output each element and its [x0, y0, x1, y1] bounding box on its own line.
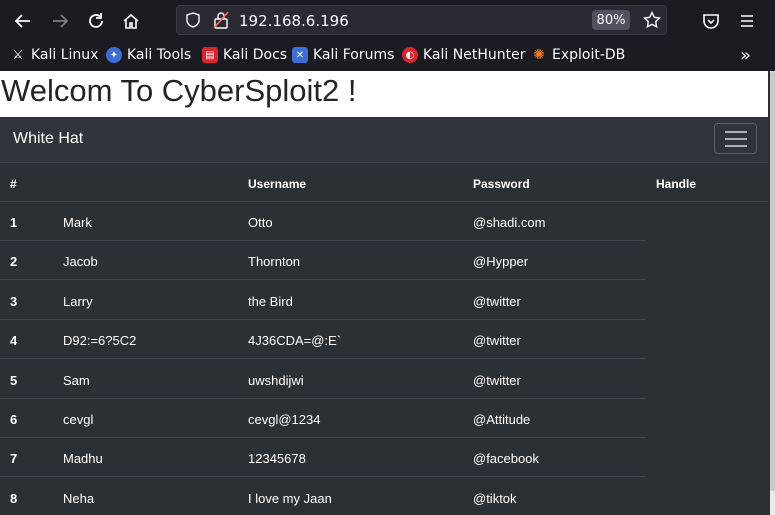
- row-number: 6: [10, 412, 18, 427]
- table-row: 4 D92:=6?5C2 4J36CDA=@:E` @twitter: [0, 320, 768, 359]
- row-password: @twitter: [473, 294, 521, 309]
- web-page: Welcom To CyberSploit2 ! White Hat # Use…: [0, 71, 775, 515]
- address-bar[interactable]: 192.168.6.196 80%: [176, 5, 667, 35]
- more-bookmarks-button[interactable]: »: [740, 45, 751, 66]
- bookmark-label: Kali Tools: [127, 47, 192, 63]
- bookmark-star-icon[interactable]: [643, 11, 661, 29]
- row-divider: [0, 279, 646, 280]
- row-username: 4J36CDA=@:E`: [248, 333, 342, 348]
- row-divider: [0, 476, 646, 477]
- row-name: cevgl: [63, 412, 94, 427]
- column-header-username: Username: [248, 177, 307, 191]
- chevron-double-right-icon: »: [740, 45, 752, 66]
- row-number: 7: [10, 451, 18, 466]
- home-icon: [123, 13, 139, 29]
- row-name: Sam: [63, 373, 90, 388]
- toggler-bar-icon: [724, 144, 747, 147]
- kali-dragon-icon: ⚔: [12, 47, 24, 63]
- url-text[interactable]: 192.168.6.196: [239, 12, 349, 30]
- bookmark-kali-tools[interactable]: ✦ Kali Tools: [106, 47, 191, 63]
- scrollbar-thumb[interactable]: [770, 71, 775, 491]
- bookmarks-bar: ⚔ Kali Linux ✦ Kali Tools ▤ Kali Docs ✕ …: [0, 41, 775, 71]
- back-arrow-icon: [14, 14, 30, 28]
- welcome-banner: Welcom To CyberSploit2 !: [0, 71, 768, 117]
- table-row: 1 Mark Otto @shadi.com: [0, 202, 768, 241]
- toggler-bar-icon: [724, 137, 747, 140]
- row-name: Jacob: [63, 254, 98, 269]
- bookmark-kali-forums[interactable]: ✕ Kali Forums: [292, 47, 394, 63]
- menu-button[interactable]: [734, 8, 760, 34]
- row-password: @Hypper: [473, 254, 529, 269]
- page-scrollbar[interactable]: [770, 71, 775, 515]
- row-username: Thornton: [248, 254, 301, 269]
- insecure-lock-icon[interactable]: [213, 11, 229, 29]
- row-number: 5: [10, 373, 18, 388]
- bookmark-label: Kali NetHunter: [423, 47, 526, 63]
- pocket-button[interactable]: [698, 8, 724, 34]
- row-number: 1: [10, 215, 18, 230]
- bookmark-label: Exploit-DB: [552, 47, 626, 63]
- table-row: 8 Neha I love my Jaan @tiktok: [0, 478, 768, 515]
- row-number: 8: [10, 491, 18, 506]
- row-password: @twitter: [473, 333, 521, 348]
- row-name: Mark: [63, 215, 92, 230]
- navbar: White Hat: [0, 117, 768, 163]
- row-name: Neha: [63, 491, 95, 506]
- column-header-number: #: [10, 177, 17, 191]
- bookmark-label: Kali Forums: [313, 47, 395, 63]
- row-password: @facebook: [473, 451, 539, 466]
- shield-icon[interactable]: [185, 12, 201, 28]
- bookmark-kali-nethunter[interactable]: ◐ Kali NetHunter: [402, 47, 525, 63]
- bookmark-kali-linux[interactable]: ⚔ Kali Linux: [10, 47, 98, 63]
- forward-button[interactable]: [47, 8, 73, 34]
- exploit-db-icon: ✺: [533, 47, 545, 63]
- row-username: 12345678: [248, 451, 306, 466]
- row-number: 2: [10, 254, 18, 269]
- row-username: the Bird: [248, 294, 293, 309]
- row-name: Larry: [63, 294, 93, 309]
- table-row: 7 Madhu 12345678 @facebook: [0, 438, 768, 477]
- row-number: 4: [10, 333, 18, 348]
- back-button[interactable]: [10, 8, 36, 34]
- row-divider: [0, 358, 646, 359]
- hamburger-menu-icon: [741, 15, 753, 27]
- row-password: @twitter: [473, 373, 521, 388]
- table-row: 6 cevgl cevgl@1234 @Attitude: [0, 399, 768, 438]
- bookmark-exploit-db[interactable]: ✺ Exploit-DB: [531, 47, 625, 63]
- row-username: uwshdijwi: [248, 373, 304, 388]
- bookmark-label: Kali Docs: [223, 47, 288, 63]
- forward-arrow-icon: [53, 14, 69, 28]
- row-username: cevgl@1234: [248, 412, 321, 427]
- row-password: @Attitude: [473, 412, 531, 427]
- reload-icon: [89, 13, 103, 28]
- home-button[interactable]: [118, 8, 144, 34]
- kali-nethunter-icon: ◐: [402, 47, 418, 63]
- row-password: @tiktok: [473, 491, 517, 506]
- column-header-handle: Handle: [656, 177, 697, 191]
- row-password: @shadi.com: [473, 215, 546, 230]
- toggler-bar-icon: [724, 130, 747, 133]
- table-row: 5 Sam uwshdijwi @twitter: [0, 360, 768, 399]
- zoom-level-badge[interactable]: 80%: [592, 10, 630, 30]
- row-number: 3: [10, 294, 18, 309]
- bookmark-kali-docs[interactable]: ▤ Kali Docs: [202, 47, 287, 63]
- page-title: Welcom To CyberSploit2 !: [1, 73, 357, 108]
- navbar-toggler-button[interactable]: [714, 123, 757, 154]
- column-header-password: Password: [473, 177, 530, 191]
- kali-docs-icon: ▤: [202, 47, 218, 63]
- reload-button[interactable]: [83, 8, 109, 34]
- row-name: D92:=6?5C2: [63, 333, 137, 348]
- row-name: Madhu: [63, 451, 103, 466]
- navbar-brand[interactable]: White Hat: [13, 130, 83, 148]
- row-username: Otto: [248, 215, 273, 230]
- browser-toolbar: 192.168.6.196 80%: [0, 0, 775, 41]
- row-username: I love my Jaan: [248, 491, 332, 506]
- kali-forums-icon: ✕: [292, 47, 308, 63]
- table-row: 3 Larry the Bird @twitter: [0, 281, 768, 320]
- pocket-icon: [703, 14, 719, 29]
- table-row: 2 Jacob Thornton @Hypper: [0, 241, 768, 280]
- kali-tools-icon: ✦: [106, 47, 122, 63]
- bookmark-label: Kali Linux: [31, 47, 99, 63]
